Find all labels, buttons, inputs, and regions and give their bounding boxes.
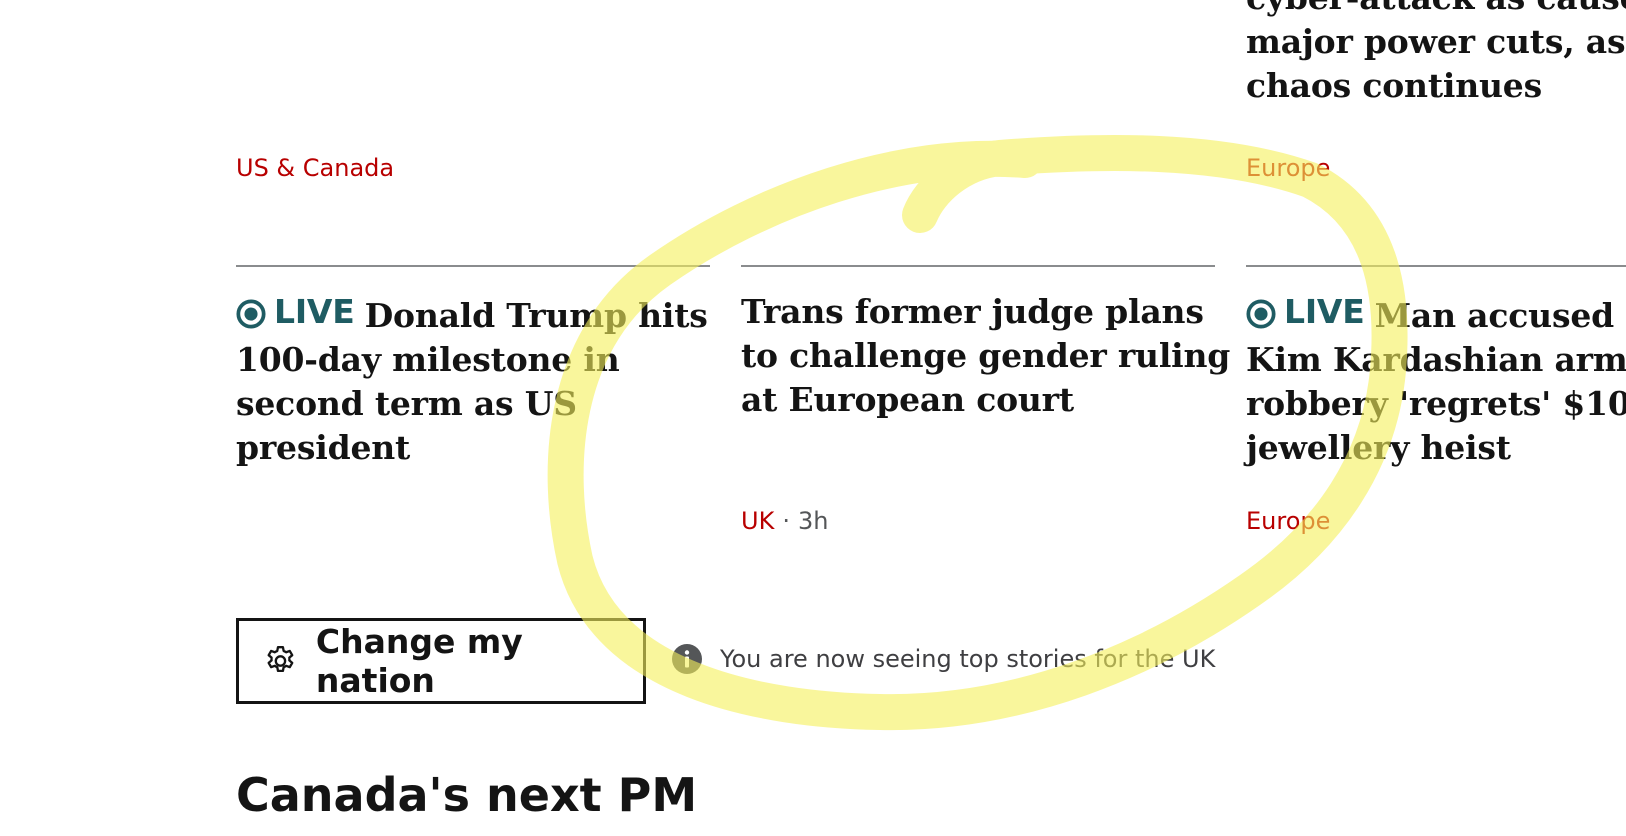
info-icon <box>672 644 702 674</box>
story-meta: UK · 3h <box>741 506 828 536</box>
headline-line: Kim Kardashian arme <box>1246 340 1626 379</box>
story-tag-uk[interactable]: UK <box>741 507 774 535</box>
story-headline[interactable]: LIVE Donald Trump hits 100-day milestone… <box>236 290 708 470</box>
headline-line: Donald Trump hits <box>364 296 708 335</box>
change-nation-label: Change my nation <box>315 622 523 700</box>
headline-line: major power cuts, as t <box>1246 22 1626 61</box>
story-tag-europe[interactable]: Europe <box>1246 506 1330 536</box>
headline-line: robbery 'regrets' $10m <box>1246 384 1626 423</box>
story-divider <box>236 265 710 267</box>
story-tag-europe[interactable]: Europe <box>1246 153 1330 183</box>
live-badge: LIVE <box>1246 290 1365 334</box>
headline-line: cyber-attack as cause <box>1246 0 1626 20</box>
story-headline[interactable]: LIVE Man accused o Kim Kardashian arme r… <box>1246 290 1626 470</box>
section-title[interactable]: Canada's next PM <box>236 765 697 825</box>
live-dot-icon <box>236 299 266 329</box>
headline-line: to challenge gender ruling <box>741 336 1231 375</box>
story-divider <box>1246 265 1626 267</box>
gear-icon <box>267 646 294 673</box>
top-story-headline[interactable]: cyber-attack as cause major power cuts, … <box>1246 0 1626 108</box>
change-nation-button[interactable]: Change my nation <box>236 618 646 704</box>
story-divider <box>741 265 1215 267</box>
story-headline[interactable]: Trans former judge plans to challenge ge… <box>741 290 1230 422</box>
headline-line: 100-day milestone in <box>236 340 620 379</box>
live-dot-icon <box>1246 299 1276 329</box>
story-timestamp: 3h <box>797 507 829 535</box>
headline-line: Man accused o <box>1374 296 1626 335</box>
headline-line: president <box>236 428 411 467</box>
headline-line: Trans former judge plans <box>741 292 1204 331</box>
headline-line: at European court <box>741 380 1074 419</box>
nation-info: You are now seeing top stories for the U… <box>672 644 1215 674</box>
headline-line: chaos continues <box>1246 66 1542 105</box>
story-tag-us-canada[interactable]: US & Canada <box>236 153 394 183</box>
live-label: LIVE <box>274 292 355 331</box>
nation-info-text: You are now seeing top stories for the U… <box>720 645 1216 673</box>
live-badge: LIVE <box>236 290 355 334</box>
live-label: LIVE <box>1284 292 1365 331</box>
meta-separator: · <box>782 507 790 535</box>
headline-line: jewellery heist <box>1246 428 1511 467</box>
headline-line: second term as US <box>236 384 577 423</box>
